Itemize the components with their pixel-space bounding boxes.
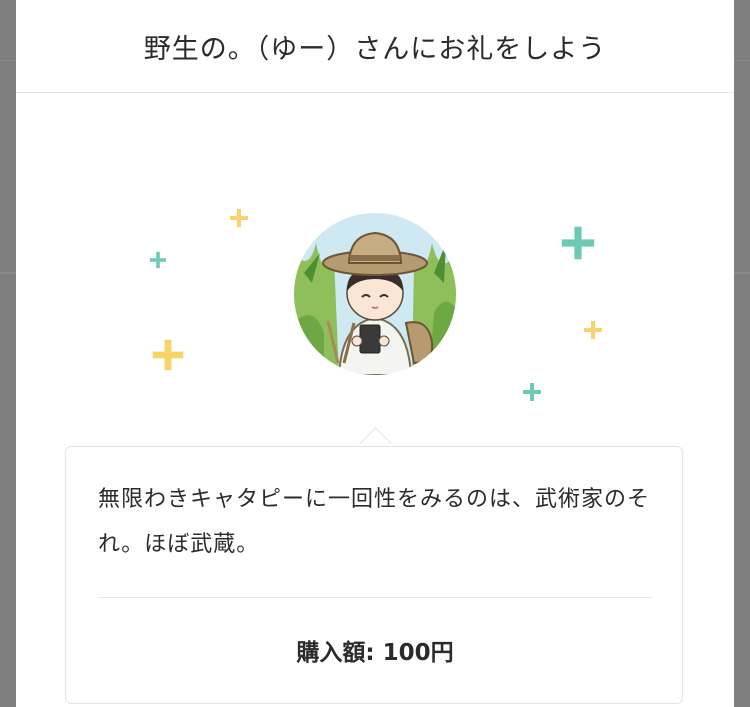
sparkle-teal-large-icon bbox=[561, 226, 595, 260]
sparkle-yellow-right-icon bbox=[584, 321, 602, 339]
purchase-amount: 購入額: 100円 bbox=[66, 633, 684, 667]
sparkle-teal-bottom-icon bbox=[523, 383, 541, 401]
modal-header: 野生の。（ゆー）さんにお礼をしよう bbox=[16, 0, 734, 93]
hero-area bbox=[16, 93, 734, 433]
support-message: 無限わきキャタピーに一回性をみるのは、武術家のそれ。ほぼ武蔵。 bbox=[98, 487, 651, 557]
message-card: 無限わきキャタピーに一回性をみるのは、武術家のそれ。ほぼ武蔵。 購入額: 100… bbox=[65, 446, 683, 704]
modal-title: 野生の。（ゆー）さんにお礼をしよう bbox=[143, 33, 607, 65]
creator-avatar[interactable] bbox=[294, 213, 456, 375]
price-label: 購入額: bbox=[296, 640, 375, 666]
price-value: 100円 bbox=[382, 640, 454, 666]
sparkle-yellow-large-icon bbox=[152, 339, 184, 371]
sparkle-teal-small-icon bbox=[149, 251, 167, 269]
card-divider bbox=[98, 597, 652, 598]
sparkle-yellow-small-icon bbox=[230, 209, 248, 227]
creator-avatar-illustration-icon bbox=[294, 213, 456, 375]
support-modal: 野生の。（ゆー）さんにお礼をしよう 無限わきキャタピーに一回性をみるのは、武術家… bbox=[16, 0, 734, 707]
